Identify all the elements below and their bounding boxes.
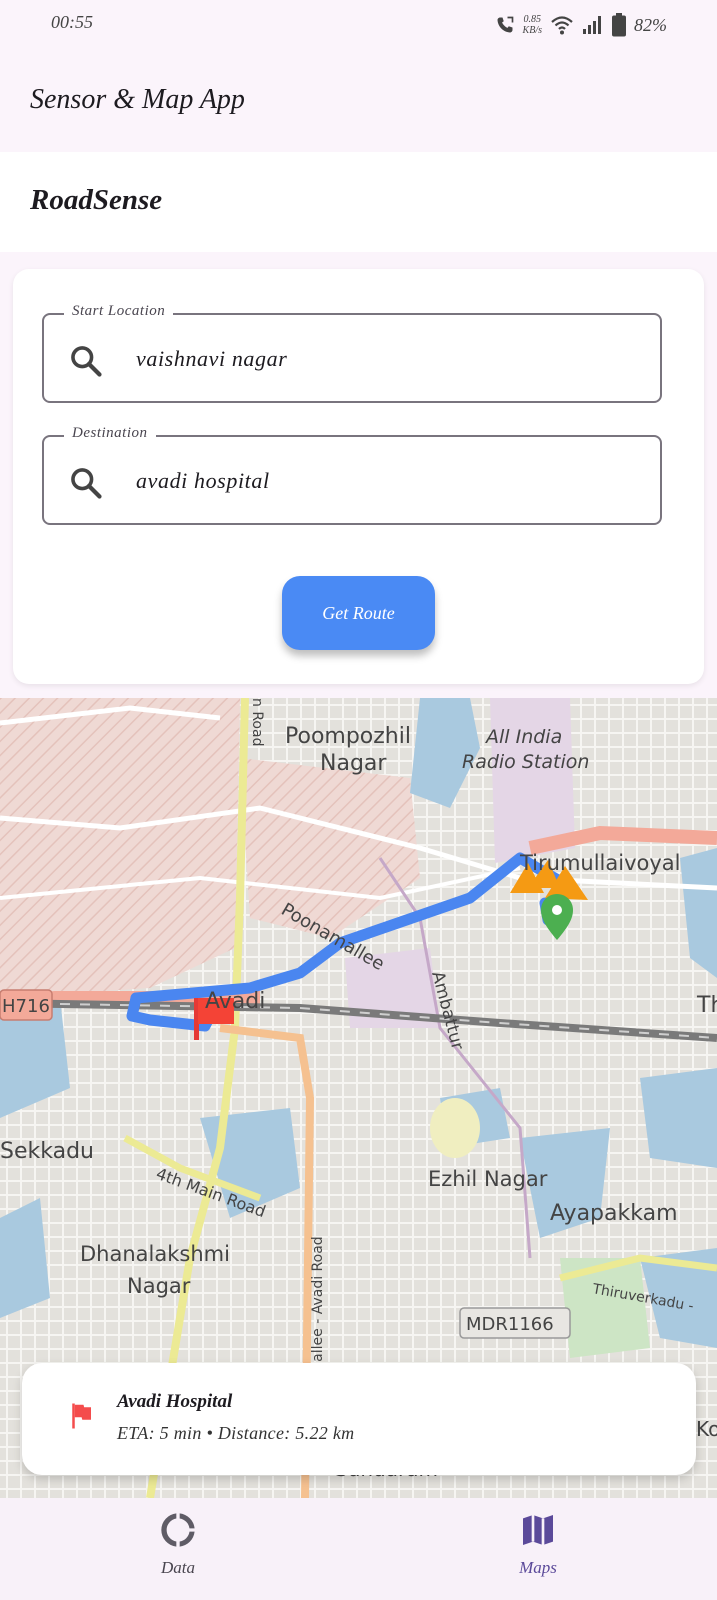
get-route-button[interactable]: Get Route [282, 576, 435, 650]
svg-text:Tirumullaivoyal: Tirumullaivoyal [519, 851, 681, 875]
route-details: ETA: 5 min • Distance: 5.22 km [117, 1423, 355, 1443]
speed-unit: KB/s [522, 25, 542, 36]
svg-text:H716: H716 [2, 996, 50, 1017]
start-location-label: Start Location [64, 303, 174, 320]
svg-text:Nagar: Nagar [127, 1274, 191, 1298]
svg-text:Ezhil Nagar: Ezhil Nagar [428, 1167, 548, 1191]
bottom-navigation: Data Maps [0, 1498, 717, 1600]
svg-text:Radio Station: Radio Station [462, 751, 589, 773]
speed-value: 0.85 [523, 14, 542, 25]
network-speed: 0.85 KB/s [523, 14, 542, 36]
route-info-card: Avadi Hospital ETA: 5 min • Distance: 5.… [22, 1363, 696, 1475]
svg-text:Ayapakkam: Ayapakkam [550, 1201, 678, 1226]
call-icon [497, 16, 513, 33]
svg-text:Sekkadu: Sekkadu [0, 1139, 94, 1164]
svg-text:MDR1166: MDR1166 [466, 1314, 554, 1335]
svg-text:Poompozhil: Poompozhil [285, 724, 411, 749]
status-bar: 00:55 0.85 KB/s 82% [0, 0, 717, 52]
nav-item-data[interactable]: Data [118, 1510, 238, 1578]
nav-label-data: Data [161, 1558, 195, 1577]
nav-item-maps[interactable]: Maps [478, 1510, 598, 1578]
destination-name: Avadi Hospital [117, 1391, 233, 1412]
route-form-card: Start Location vaishnavi nagar Destinati… [13, 269, 704, 684]
section-title: RoadSense [30, 184, 163, 216]
status-icons: 0.85 KB/s 82% [495, 10, 667, 40]
status-time: 00:55 [51, 12, 93, 32]
start-location-input[interactable]: vaishnavi nagar [136, 346, 287, 372]
svg-text:Nagar: Nagar [320, 751, 387, 776]
search-icon [71, 468, 102, 499]
flag-icon [72, 1403, 91, 1429]
svg-text:Dhanalakshmi: Dhanalakshmi [80, 1242, 230, 1266]
section-header: RoadSense [0, 152, 717, 252]
start-location-field[interactable]: Start Location vaishnavi nagar [42, 303, 662, 403]
svg-text:Avadi: Avadi [205, 989, 265, 1014]
donut-icon [161, 1513, 195, 1547]
map-icon [523, 1515, 553, 1545]
wifi-icon [551, 16, 573, 35]
battery-percent: 82% [634, 14, 667, 35]
svg-text:All India: All India [484, 726, 562, 748]
signal-icon [583, 16, 601, 34]
destination-label: Destination [64, 425, 156, 442]
nav-label-maps: Maps [519, 1558, 557, 1577]
battery-icon [612, 13, 626, 37]
destination-field[interactable]: Destination avadi hospital [42, 425, 662, 525]
svg-text:n Road: n Road [249, 698, 265, 746]
app-title: Sensor & Map App [30, 84, 245, 115]
svg-text:Th: Th [696, 993, 717, 1018]
search-icon [71, 346, 102, 377]
svg-text:Ko: Ko [696, 1417, 717, 1441]
app-bar: Sensor & Map App [0, 52, 717, 152]
destination-input[interactable]: avadi hospital [136, 468, 270, 494]
